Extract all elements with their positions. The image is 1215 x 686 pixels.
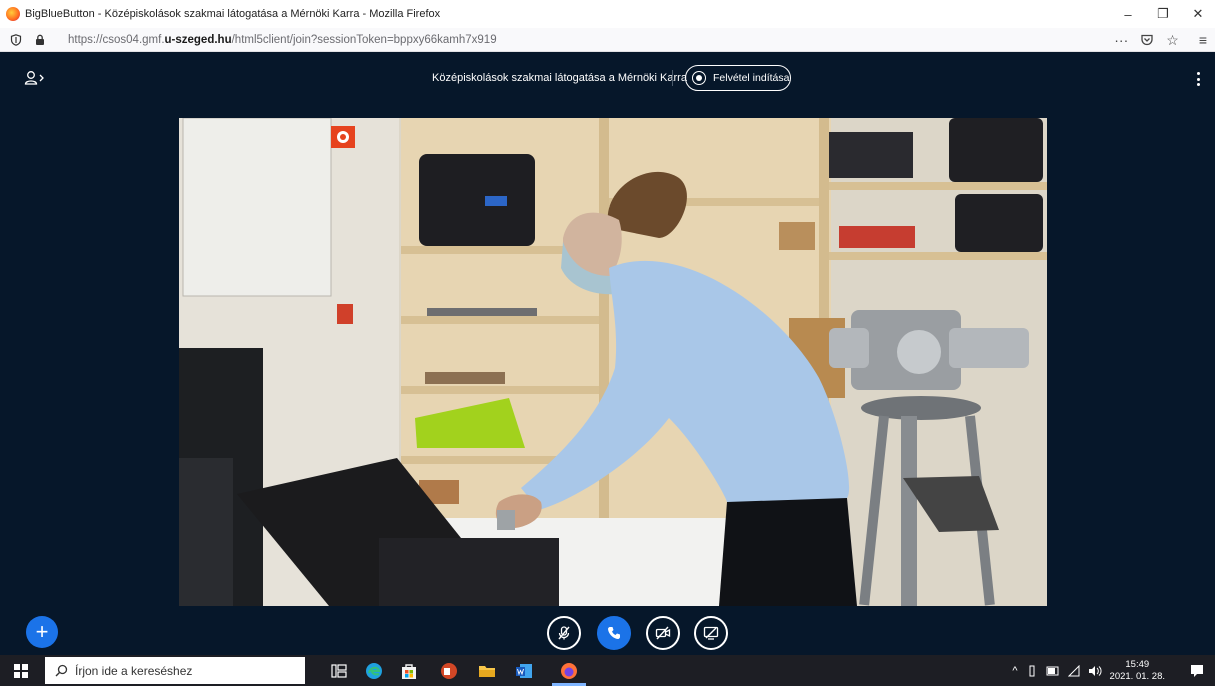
video-frame <box>179 118 1047 606</box>
file-explorer-icon[interactable] <box>478 662 496 680</box>
maximize-button[interactable]: ❐ <box>1145 0 1181 28</box>
clock-date: 2021. 01. 28. <box>1109 670 1165 682</box>
search-icon <box>55 664 68 677</box>
options-menu-icon[interactable] <box>1197 72 1201 86</box>
task-view-icon[interactable] <box>330 662 348 680</box>
search-placeholder: Írjon ide a kereséshez <box>75 663 193 678</box>
share-webcam-button[interactable] <box>646 616 680 650</box>
powerpoint-icon[interactable] <box>440 662 458 680</box>
system-tray: ^ 15:49 2021. 01. 28. <box>1012 655 1205 686</box>
url-domain: u-szeged.hu <box>164 33 232 46</box>
windows-start-icon[interactable] <box>14 663 28 678</box>
notification-center-icon[interactable] <box>1189 663 1205 679</box>
mic-off-icon <box>558 626 570 640</box>
window-title-bar: BigBlueButton - Középiskolások szakmai l… <box>0 0 1215 28</box>
microsoft-store-icon[interactable] <box>400 662 418 680</box>
firefox-icon <box>6 7 20 21</box>
pocket-icon[interactable] <box>1140 33 1154 47</box>
mute-microphone-button[interactable] <box>547 616 581 650</box>
user-list-toggle-icon[interactable] <box>24 70 46 86</box>
firefox-taskbar-icon[interactable] <box>560 662 578 680</box>
word-icon[interactable] <box>515 662 533 680</box>
toolbar-right: ··· ☆ ≡ <box>1114 28 1207 52</box>
address-bar[interactable]: https://csos04.gmf.u-szeged.hu/html5clie… <box>0 28 1215 52</box>
leave-audio-button[interactable] <box>597 616 631 650</box>
url-text[interactable]: https://csos04.gmf.u-szeged.hu/html5clie… <box>68 34 497 46</box>
phone-icon <box>608 627 620 639</box>
bbb-app: Középiskolások szakmai látogatása a Mérn… <box>0 52 1215 655</box>
page-actions-icon[interactable]: ··· <box>1114 32 1128 48</box>
actions-plus-button[interactable]: + <box>26 616 58 648</box>
windows-taskbar: Írjon ide a kereséshez ^ 15:49 2021. 01.… <box>0 655 1215 686</box>
bookmark-star-icon[interactable]: ☆ <box>1166 32 1179 49</box>
meeting-title: Középiskolások szakmai látogatása a Mérn… <box>432 72 687 84</box>
taskbar-clock[interactable]: 15:49 2021. 01. 28. <box>1110 659 1165 683</box>
webcam-video <box>179 118 1047 606</box>
start-recording-button[interactable]: Felvétel indítása <box>685 65 791 91</box>
volume-icon[interactable] <box>1088 665 1102 677</box>
close-button[interactable]: ✕ <box>1180 0 1215 28</box>
pen-icon[interactable] <box>1026 665 1038 677</box>
record-label: Felvétel indítása <box>713 72 790 84</box>
lock-icon[interactable] <box>34 34 46 46</box>
window-title: BigBlueButton - Középiskolások szakmai l… <box>25 8 441 20</box>
tracking-shield-icon[interactable] <box>10 33 22 46</box>
clock-time: 15:49 <box>1125 658 1150 670</box>
show-hidden-icons-icon[interactable]: ^ <box>1012 665 1017 677</box>
share-screen-button[interactable] <box>694 616 728 650</box>
url-path: /html5client/join?sessionToken=bppxy66ka… <box>231 33 497 46</box>
video-off-icon <box>655 626 671 640</box>
wifi-icon[interactable] <box>1067 664 1080 677</box>
taskbar-search-box[interactable]: Írjon ide a kereséshez <box>45 657 305 684</box>
hamburger-menu-icon[interactable]: ≡ <box>1199 32 1207 48</box>
record-icon <box>692 71 706 85</box>
title-divider <box>672 70 673 86</box>
screen-share-off-icon <box>703 626 719 640</box>
url-prefix: https://csos04.gmf. <box>68 33 165 46</box>
edge-browser-icon[interactable] <box>365 662 383 680</box>
battery-icon[interactable] <box>1046 666 1060 676</box>
minimize-button[interactable]: – <box>1110 0 1146 28</box>
